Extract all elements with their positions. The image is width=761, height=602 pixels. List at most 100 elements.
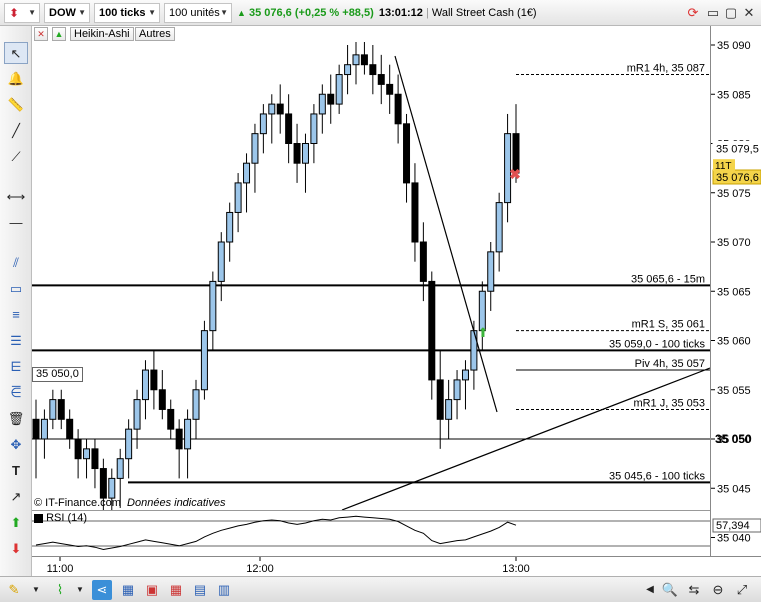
zoom-in-icon[interactable]: 🔍 xyxy=(660,580,680,600)
heikin-ashi-button[interactable]: Heikin-Ashi xyxy=(70,27,134,41)
level-label: mR1 S, 35 061 xyxy=(632,319,705,331)
candle-body xyxy=(352,54,360,66)
trash-icon[interactable]: 🗑 xyxy=(4,408,28,430)
rectangle-icon[interactable]: ▭ xyxy=(4,278,28,300)
channel-icon[interactable]: ⫽ xyxy=(4,252,28,274)
price-chart[interactable]: mR1 4h, 35 087 35 065,6 - 15m mR1 S, 35 06… xyxy=(32,42,710,510)
line-tool-icon[interactable]: ╱ xyxy=(4,120,28,142)
rsi-panel[interactable]: RSI (14) xyxy=(32,510,710,556)
minimize-button[interactable]: ▭ xyxy=(704,4,722,22)
candle-body xyxy=(276,103,284,115)
sell-marker-icon: ✖ xyxy=(509,166,521,182)
zoom-fit-icon[interactable]: ⇆ xyxy=(684,580,704,600)
period-value: 100 ticks xyxy=(99,7,146,19)
time-axis-svg: 11:00 12:00 13:00 xyxy=(47,557,530,575)
candle-body xyxy=(99,468,107,499)
calendar-icon[interactable]: ▦ xyxy=(118,580,138,600)
text-tool-icon[interactable]: T xyxy=(4,460,28,482)
symbol-dropdown[interactable]: DOW ▼ xyxy=(44,3,90,23)
chevron-down-icon[interactable]: ▼ xyxy=(70,580,90,600)
indicator-icon[interactable]: ⌇ xyxy=(50,580,70,600)
sell-arrow-icon[interactable]: ⬇ xyxy=(4,538,28,560)
indicative-note: Données indicatives xyxy=(127,497,226,509)
candle-body xyxy=(293,143,301,164)
candle-body xyxy=(318,93,326,115)
share-icon[interactable]: ⋖ xyxy=(92,580,112,600)
document-icon[interactable]: ▤ xyxy=(190,580,210,600)
candle-body xyxy=(234,182,242,213)
candle-body xyxy=(83,448,91,460)
x-tick-label: 12:00 xyxy=(246,563,274,575)
fibonacci-extension-icon[interactable]: ⋶ xyxy=(4,382,28,404)
candle-body xyxy=(428,280,436,381)
cursor-icon[interactable]: ↖ xyxy=(4,42,28,64)
ruler-icon[interactable]: 📏 xyxy=(4,94,28,116)
candle-body xyxy=(301,143,309,164)
rsi-label: RSI (14) xyxy=(46,512,88,524)
chart-type-dropdown[interactable]: ⬍ ▼ xyxy=(4,3,40,23)
price-axis-svg: 35 09035 08535 08035 07535 07035 06535 0… xyxy=(711,40,761,545)
grid-icon[interactable]: ▦ xyxy=(166,580,186,600)
candle-body xyxy=(57,399,65,420)
move-icon[interactable]: ✥ xyxy=(4,434,28,456)
zoom-out-icon[interactable]: ⊖ xyxy=(708,580,728,600)
candlestick-chart[interactable]: mR1 4h, 35 087 35 065,6 - 15m mR1 S, 35 06… xyxy=(32,42,710,510)
layout-icon[interactable]: ▣ xyxy=(142,580,162,600)
save-icon[interactable]: ▥ xyxy=(214,580,234,600)
maximize-button[interactable]: ▢ xyxy=(722,4,740,22)
horizontal-line-icon[interactable]: — xyxy=(4,212,28,234)
candle-body xyxy=(125,428,133,460)
others-button[interactable]: Autres xyxy=(135,27,175,41)
expand-icon[interactable]: ⤢ xyxy=(732,580,752,600)
buy-arrow-icon[interactable]: ⬆ xyxy=(4,512,28,534)
fibonacci-fan-icon[interactable]: ⋿ xyxy=(4,356,28,378)
price-axis[interactable]: 35 09035 08535 08035 07535 07035 06535 0… xyxy=(710,26,761,556)
symbol-value: DOW xyxy=(49,7,76,19)
close-button[interactable]: ✕ xyxy=(740,4,758,22)
y-tick-label: 35 070 xyxy=(717,237,751,249)
last-price: 35 076,6 xyxy=(248,7,292,19)
fibonacci-icon[interactable]: ≡ xyxy=(4,304,28,326)
candle-body xyxy=(419,241,427,282)
segment-tool-icon[interactable]: ⟋ xyxy=(4,146,28,168)
candle-body xyxy=(200,330,208,391)
refresh-icon[interactable]: ⟳ xyxy=(684,4,702,22)
level-label: 35 045,6 - 100 ticks xyxy=(609,470,706,482)
candle-body xyxy=(49,399,57,420)
time-axis[interactable]: 11:00 12:00 13:00 xyxy=(32,556,761,576)
alert-bell-icon[interactable]: 🔔 xyxy=(4,68,28,90)
candle-body xyxy=(285,113,293,144)
instrument-name: Wall Street Cash (1€) xyxy=(431,7,537,19)
candle-body xyxy=(192,389,200,420)
chevron-down-icon: ▼ xyxy=(78,8,86,17)
x-tick-label: 11:00 xyxy=(47,563,74,575)
candle-body xyxy=(310,113,318,144)
rsi-chart[interactable] xyxy=(32,511,710,556)
period-dropdown[interactable]: 100 ticks ▼ xyxy=(94,3,160,23)
level-label: mR1 J, 35 053 xyxy=(633,397,705,409)
candle-body xyxy=(32,418,40,440)
candle-body xyxy=(66,418,74,440)
candle-body xyxy=(243,162,251,184)
add-indicator-icon[interactable]: ▲ xyxy=(52,27,66,41)
y-tick-label: 35 045 xyxy=(717,483,751,495)
candle-body xyxy=(259,113,267,135)
copyright-text: © IT-Finance.com xyxy=(34,497,121,509)
chevron-down-icon[interactable]: ▼ xyxy=(26,580,46,600)
fibonacci-retracement-icon[interactable]: ☰ xyxy=(4,330,28,352)
close-chart-icon[interactable]: ✕ xyxy=(34,27,48,41)
pencil-icon[interactable]: ✎ xyxy=(4,580,24,600)
units-dropdown[interactable]: 100 unités ▼ xyxy=(164,3,232,23)
y-tick-label: 35 040 xyxy=(717,533,751,545)
arrow-tool-icon[interactable]: ↗ xyxy=(4,486,28,508)
separator: | xyxy=(425,7,429,19)
candle-body xyxy=(411,182,419,243)
rsi-color-box xyxy=(34,513,43,523)
candle-body xyxy=(394,93,402,125)
candle-body xyxy=(91,448,99,470)
trend-line-down xyxy=(394,55,498,413)
price-badge-text: 35 079,5 xyxy=(716,143,759,155)
horizontal-segment-icon[interactable]: ⟷ xyxy=(4,186,28,208)
scroll-left-icon[interactable]: ◀ xyxy=(640,580,660,600)
chevron-down-icon: ▼ xyxy=(28,8,36,17)
